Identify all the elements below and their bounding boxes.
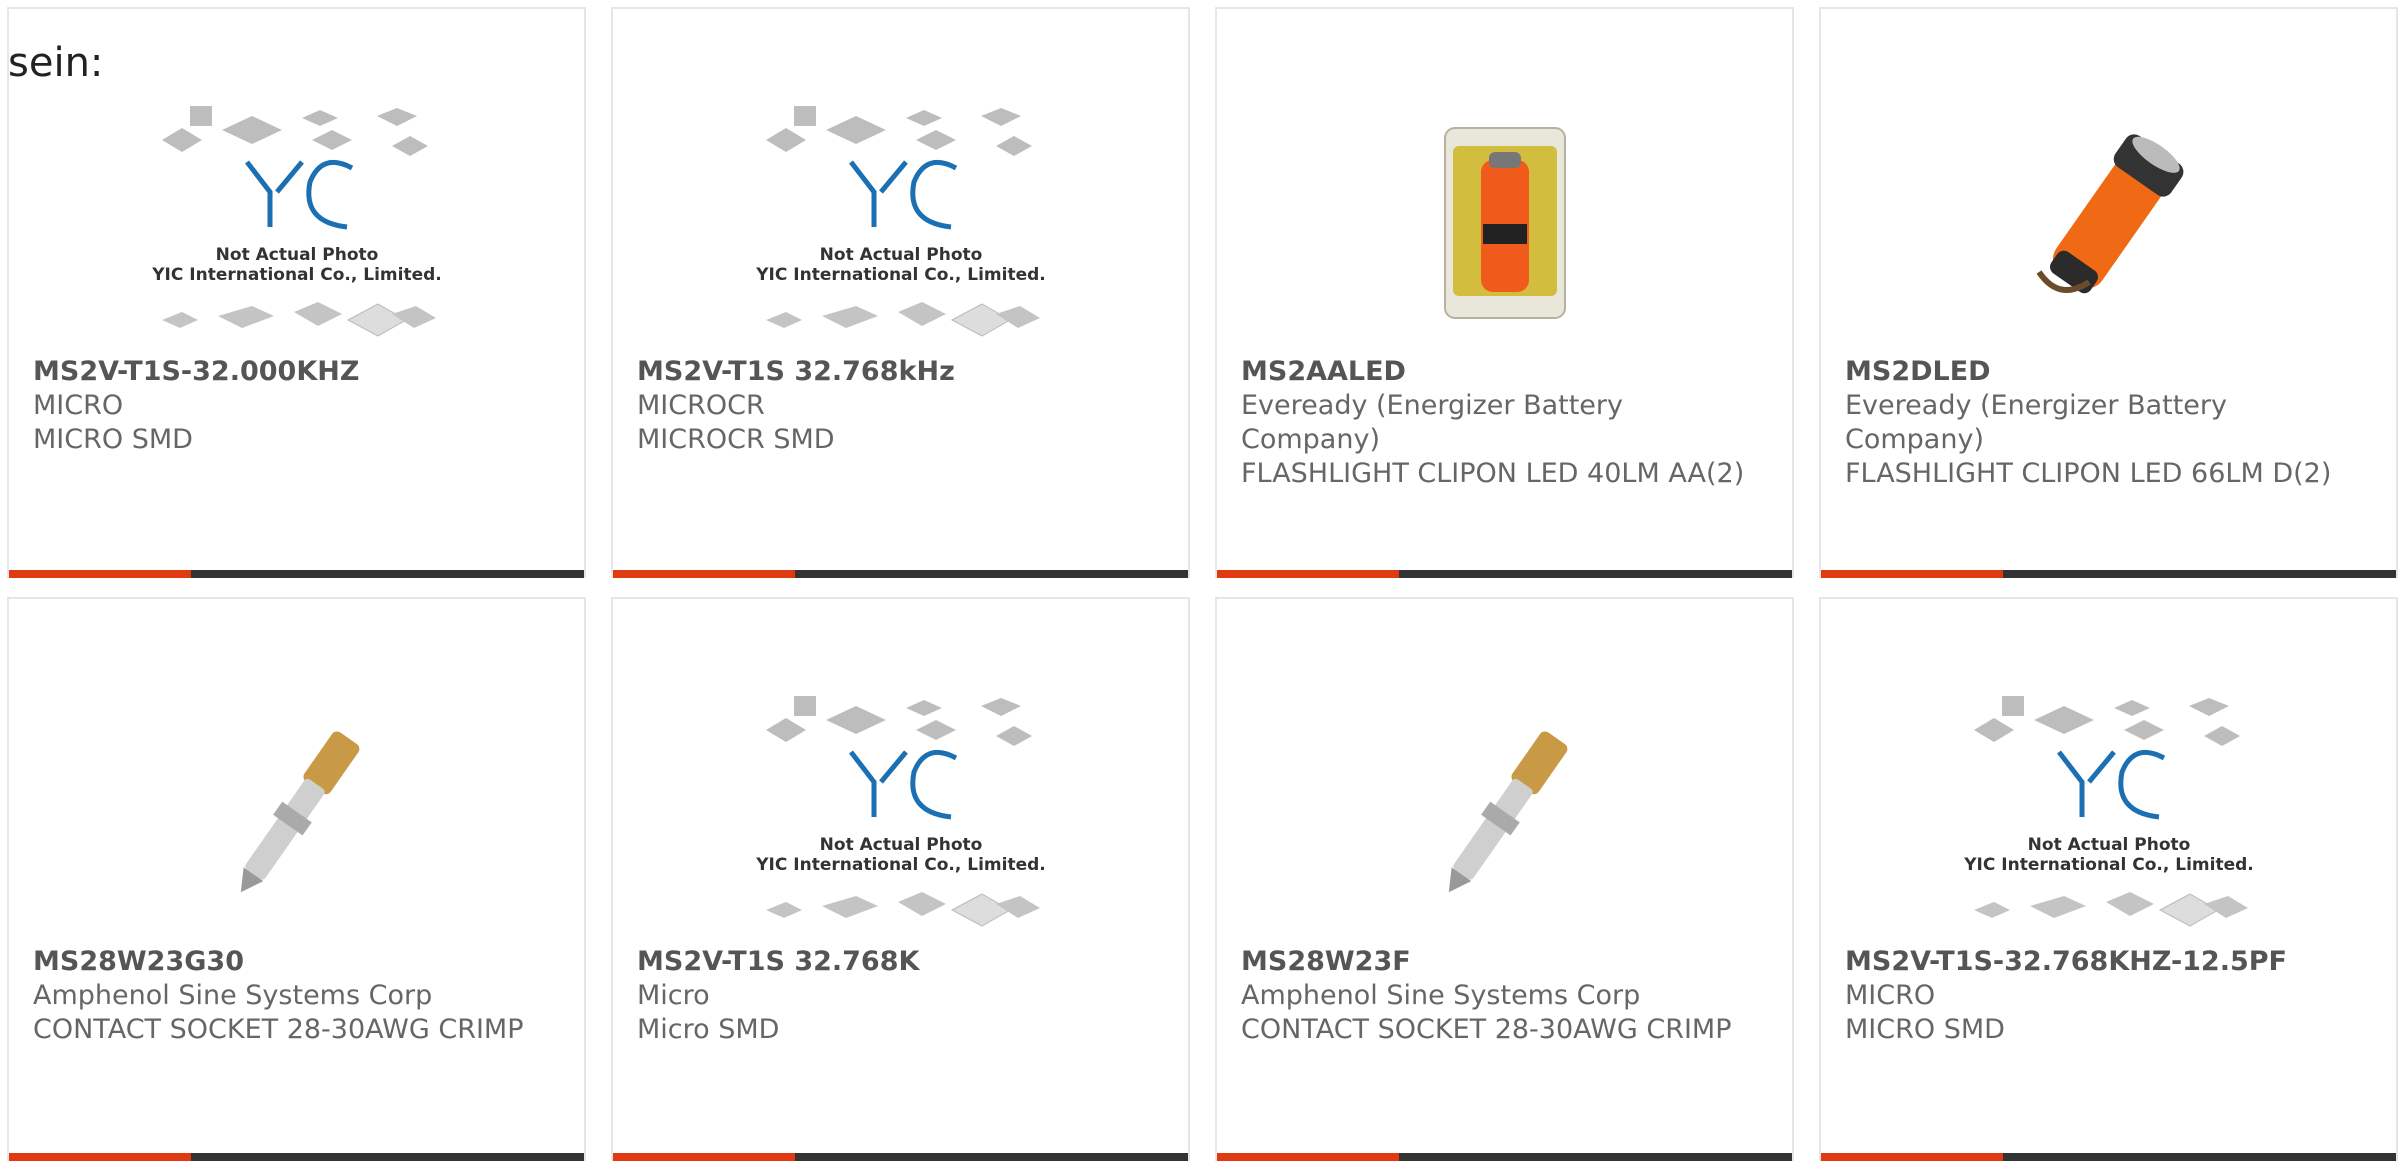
manufacturer: MICRO — [1845, 980, 1936, 1011]
svg-text:YIC International Co., Limited: YIC International Co., Limited. — [1964, 855, 2254, 875]
svg-text:YIC International Co., Limited: YIC International Co., Limited. — [756, 265, 1046, 285]
part-number[interactable]: MS2V-T1S 32.768K — [637, 945, 1164, 979]
svg-text:YIC International Co., Limited: YIC International Co., Limited. — [756, 855, 1046, 875]
manufacturer: Amphenol Sine Systems Corp — [1241, 980, 1641, 1011]
contact-socket-image — [1395, 677, 1615, 947]
product-card[interactable]: Not Actual Photo YIC International Co., … — [611, 597, 1190, 1161]
manufacturer: MICRO — [33, 390, 124, 421]
manufacturer: Amphenol Sine Systems Corp — [33, 980, 433, 1011]
card-bottom-bar — [1217, 570, 1792, 578]
product-card[interactable]: Not Actual Photo YIC International Co., … — [611, 7, 1190, 578]
manufacturer: Micro — [637, 980, 710, 1011]
description: MICRO SMD — [1845, 1014, 2005, 1045]
description: Micro SMD — [637, 1014, 780, 1045]
card-accent-bar — [1217, 570, 1399, 578]
flashlight-pack-image — [1395, 87, 1615, 357]
part-number[interactable]: MS2AALED — [1241, 355, 1768, 389]
product-image-placeholder: Not Actual Photo YIC International Co., … — [756, 87, 1046, 357]
card-accent-bar — [9, 570, 191, 578]
card-bottom-bar — [9, 1153, 584, 1161]
product-card[interactable]: Not Actual Photo YIC International Co., … — [7, 7, 586, 578]
part-number[interactable]: MS2V-T1S-32.768KHZ-12.5PF — [1845, 945, 2372, 979]
svg-text:YIC International Co., Limited: YIC International Co., Limited. — [152, 265, 442, 285]
manufacturer: Eveready (Energizer Battery Company) — [1845, 390, 2227, 455]
card-accent-bar — [1217, 1153, 1399, 1161]
svg-text:Not Actual Photo: Not Actual Photo — [819, 245, 982, 265]
card-accent-bar — [1821, 1153, 2003, 1161]
part-number[interactable]: MS2V-T1S 32.768kHz — [637, 355, 1164, 389]
card-bottom-bar — [1217, 1153, 1792, 1161]
svg-text:Not Actual Photo: Not Actual Photo — [215, 245, 378, 265]
part-number[interactable]: MS28W23F — [1241, 945, 1768, 979]
product-image-placeholder: Not Actual Photo YIC International Co., … — [152, 87, 442, 357]
card-accent-bar — [1821, 570, 2003, 578]
svg-text:Not Actual Photo: Not Actual Photo — [819, 835, 982, 855]
product-image-placeholder: Not Actual Photo YIC International Co., … — [1964, 677, 2254, 947]
product-card[interactable]: MS28W23G30 Amphenol Sine Systems Corp CO… — [7, 597, 586, 1161]
description: CONTACT SOCKET 28-30AWG CRIMP — [1241, 1014, 1732, 1045]
card-bottom-bar — [613, 1153, 1188, 1161]
description: CONTACT SOCKET 28-30AWG CRIMP — [33, 1014, 524, 1045]
flashlight-image — [1999, 87, 2219, 357]
product-card[interactable]: MS2DLED Eveready (Energizer Battery Comp… — [1819, 7, 2398, 578]
description: FLASHLIGHT CLIPON LED 66LM D(2) — [1845, 458, 2332, 489]
description: MICROCR SMD — [637, 424, 835, 455]
product-card[interactable]: Not Actual Photo YIC International Co., … — [1819, 597, 2398, 1161]
manufacturer: MICROCR — [637, 390, 765, 421]
product-card[interactable]: MS2AALED Eveready (Energizer Battery Com… — [1215, 7, 1794, 578]
card-bottom-bar — [9, 570, 584, 578]
card-bottom-bar — [613, 570, 1188, 578]
product-image-placeholder: Not Actual Photo YIC International Co., … — [756, 677, 1046, 947]
part-number[interactable]: MS2DLED — [1845, 355, 2372, 389]
contact-socket-image — [187, 677, 407, 947]
description: MICRO SMD — [33, 424, 193, 455]
part-number[interactable]: MS28W23G30 — [33, 945, 560, 979]
part-number[interactable]: MS2V-T1S-32.000KHZ — [33, 355, 560, 389]
manufacturer: Eveready (Energizer Battery Company) — [1241, 390, 1623, 455]
svg-text:Not Actual Photo: Not Actual Photo — [2027, 835, 2190, 855]
description: FLASHLIGHT CLIPON LED 40LM AA(2) — [1241, 458, 1745, 489]
card-accent-bar — [9, 1153, 191, 1161]
card-bottom-bar — [1821, 570, 2396, 578]
card-accent-bar — [613, 570, 795, 578]
card-accent-bar — [613, 1153, 795, 1161]
product-card[interactable]: MS28W23F Amphenol Sine Systems Corp CONT… — [1215, 597, 1794, 1161]
intro-text: sein: — [8, 40, 104, 86]
card-bottom-bar — [1821, 1153, 2396, 1161]
